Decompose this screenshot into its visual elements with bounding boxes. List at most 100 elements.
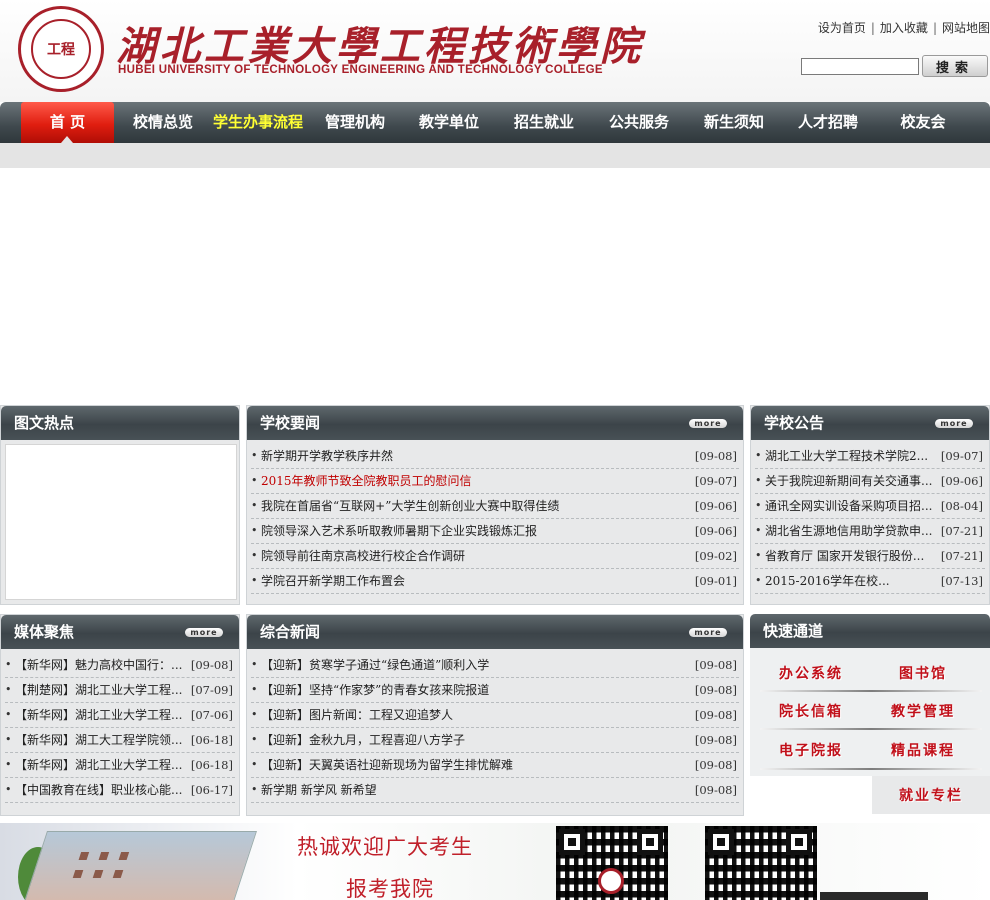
list-item[interactable]: 【荆楚网】湖北工业大学工程... [07-09] (5, 678, 235, 703)
more-button[interactable]: more (689, 419, 727, 428)
more-button[interactable]: more (935, 419, 973, 428)
announcement-list: 湖北工业大学工程技术学院2... [09-07] 关于我院迎新期间有关交通事... [… (751, 440, 989, 594)
general-news-panel: 综合新闻 more 【迎新】贫寒学子通过“绿色通道”顺利入学[09-08]【迎新… (246, 614, 744, 816)
item-date: [06-18] (190, 733, 233, 747)
item-title[interactable]: 湖北省生源地信用助学贷款申... (765, 519, 932, 543)
item-date: [07-21] (940, 524, 983, 538)
panel-title: 学校要闻 (260, 414, 321, 432)
item-date: [09-08] (694, 658, 737, 672)
quick-link-teaching-mgmt[interactable]: 教学管理 (868, 696, 978, 726)
list-item[interactable]: 【迎新】金秋九月，工程喜迎八方学子 [09-08] (251, 728, 739, 753)
item-date: [09-06] (694, 524, 737, 538)
list-item[interactable]: 【新华网】湖工大工程学院领... [06-18] (5, 728, 235, 753)
nav-student-affairs[interactable]: 学生办事流程 (208, 102, 308, 143)
item-title[interactable]: 湖北工业大学工程技术学院2... (765, 444, 928, 468)
item-title[interactable]: 【迎新】金秋九月，工程喜迎八方学子 (261, 728, 465, 752)
list-item[interactable]: 【中国教育在线】职业核心能... [06-17] (5, 778, 235, 803)
item-title[interactable]: 【新华网】湖工大工程学院领... (15, 728, 182, 752)
quick-link-quality-courses[interactable]: 精品课程 (868, 735, 978, 765)
campus-building-image (21, 831, 257, 900)
list-item[interactable]: 【迎新】坚持“作家梦”的青春女孩来院报道 [09-08] (251, 678, 739, 703)
quick-link-employment[interactable]: 就业专栏 (876, 780, 986, 810)
school-news-panel: 学校要闻 more 新学期开学教学秩序井然 [09-08] 2015年教师节致全院教… (246, 405, 744, 605)
item-title[interactable]: 院领导深入艺术系听取教师暑期下企业实践锻炼汇报 (261, 519, 537, 543)
item-date: [08-04] (940, 499, 983, 513)
panel-header: 媒体聚焦 more (1, 615, 239, 649)
item-title[interactable]: 【迎新】坚持“作家梦”的青春女孩来院报道 (261, 678, 489, 702)
list-item[interactable]: 2015-2016学年在校... [07-13] (755, 569, 985, 594)
item-title[interactable]: 新学期 新学风 新希望 (261, 778, 377, 802)
quick-link-office-system[interactable]: 办公系统 (756, 658, 866, 688)
nav-overview[interactable]: 校情总览 (120, 102, 206, 143)
more-button[interactable]: more (185, 628, 223, 637)
item-date: [09-08] (694, 783, 737, 797)
top-links: 设为首页 | 加入收藏 | 网站地图 (818, 19, 990, 36)
nav-recruitment[interactable]: 人才招聘 (785, 102, 871, 143)
list-item[interactable]: 新学期开学教学秩序井然 [09-08] (251, 444, 739, 469)
item-date: [06-18] (190, 758, 233, 772)
item-title[interactable]: 2015-2016学年在校... (765, 569, 890, 593)
banner-button[interactable] (820, 892, 928, 900)
item-title[interactable]: 通讯全网实训设备采购项目招... (765, 494, 932, 518)
nav-alumni[interactable]: 校友会 (880, 102, 966, 143)
list-item[interactable]: 我院在首届省“互联网+”大学生创新创业大赛中取得佳绩 [09-06] (251, 494, 739, 519)
list-item[interactable]: 【迎新】图片新闻：工程又迎追梦人 [09-08] (251, 703, 739, 728)
item-date: [09-08] (694, 708, 737, 722)
item-title[interactable]: 【迎新】天翼英语社迎新现场为留学生排忧解难 (261, 753, 513, 777)
item-title[interactable]: 2015年教师节致全院教职员工的慰问信 (261, 469, 472, 493)
list-item[interactable]: 湖北工业大学工程技术学院2... [09-07] (755, 444, 985, 469)
search-input[interactable] (801, 58, 919, 75)
nav-admissions[interactable]: 招生就业 (501, 102, 587, 143)
item-title[interactable]: 【新华网】湖北工业大学工程... (15, 703, 182, 727)
quick-link-extra-box: 就业专栏 (872, 776, 990, 814)
list-item[interactable]: 【新华网】魅力高校中国行：... [09-08] (5, 653, 235, 678)
list-item[interactable]: 学院召开新学期工作布置会 [09-01] (251, 569, 739, 594)
qr-code-icon (705, 826, 817, 900)
item-title[interactable]: 【荆楚网】湖北工业大学工程... (15, 678, 182, 702)
nav-administration[interactable]: 管理机构 (312, 102, 398, 143)
list-item[interactable]: 院领导前往南京高校进行校企合作调研 [09-02] (251, 544, 739, 569)
list-item[interactable]: 【新华网】湖北工业大学工程... [06-18] (5, 753, 235, 778)
item-title[interactable]: 【新华网】魅力高校中国行：... (15, 653, 182, 677)
list-item[interactable]: 【新华网】湖北工业大学工程... [07-06] (5, 703, 235, 728)
nav-freshman-guide[interactable]: 新生须知 (691, 102, 777, 143)
media-panel: 媒体聚焦 more 【新华网】魅力高校中国行：... [09-08] 【荆楚网】湖北… (0, 614, 240, 816)
search-button[interactable]: 搜索 (922, 55, 988, 77)
quick-link-library[interactable]: 图书馆 (868, 658, 978, 688)
admissions-banner[interactable]: 热诚欢迎广大考生 报考我院 (0, 823, 990, 900)
college-seal-logo[interactable]: 工程 (18, 6, 104, 92)
item-title[interactable]: 学院召开新学期工作布置会 (261, 569, 405, 593)
panel-title: 综合新闻 (260, 623, 321, 641)
item-title[interactable]: 【迎新】贫寒学子通过“绿色通道”顺利入学 (261, 653, 489, 677)
nav-teaching-units[interactable]: 教学单位 (406, 102, 492, 143)
list-item[interactable]: 【迎新】天翼英语社迎新现场为留学生排忧解难 [09-08] (251, 753, 739, 778)
item-title[interactable]: 院领导前往南京高校进行校企合作调研 (261, 544, 465, 568)
quick-link-president-mailbox[interactable]: 院长信箱 (756, 696, 866, 726)
quick-link-e-newspaper[interactable]: 电子院报 (756, 735, 866, 765)
item-title[interactable]: 【迎新】图片新闻：工程又迎追梦人 (261, 703, 453, 727)
list-item[interactable]: 2015年教师节致全院教职员工的慰问信 [09-07] (251, 469, 739, 494)
nav-public-services[interactable]: 公共服务 (596, 102, 682, 143)
sitemap-link[interactable]: 网站地图 (942, 21, 990, 35)
photo-slideshow[interactable] (5, 444, 237, 600)
item-title[interactable]: 我院在首届省“互联网+”大学生创新创业大赛中取得佳绩 (261, 494, 559, 518)
item-title[interactable]: 【新华网】湖北工业大学工程... (15, 753, 182, 777)
list-item[interactable]: 【迎新】贫寒学子通过“绿色通道”顺利入学 [09-08] (251, 653, 739, 678)
list-item[interactable]: 关于我院迎新期间有关交通事... [09-06] (755, 469, 985, 494)
panel-title: 快速通道 (750, 614, 990, 648)
item-title[interactable]: 关于我院迎新期间有关交通事... (765, 469, 932, 493)
item-date: [07-06] (190, 708, 233, 722)
item-title[interactable]: 省教育厅 国家开发银行股份... (765, 544, 924, 568)
item-title[interactable]: 新学期开学教学秩序井然 (261, 444, 393, 468)
more-button[interactable]: more (689, 628, 727, 637)
list-item[interactable]: 通讯全网实训设备采购项目招... [08-04] (755, 494, 985, 519)
item-title[interactable]: 【中国教育在线】职业核心能... (15, 778, 182, 802)
add-favorite-link[interactable]: 加入收藏 (880, 21, 928, 35)
list-item[interactable]: 新学期 新学风 新希望 [09-08] (251, 778, 739, 803)
item-date: [07-21] (940, 549, 983, 563)
item-date: [09-02] (694, 549, 737, 563)
list-item[interactable]: 院领导深入艺术系听取教师暑期下企业实践锻炼汇报 [09-06] (251, 519, 739, 544)
list-item[interactable]: 湖北省生源地信用助学贷款申... [07-21] (755, 519, 985, 544)
list-item[interactable]: 省教育厅 国家开发银行股份... [07-21] (755, 544, 985, 569)
set-homepage-link[interactable]: 设为首页 (818, 21, 866, 35)
